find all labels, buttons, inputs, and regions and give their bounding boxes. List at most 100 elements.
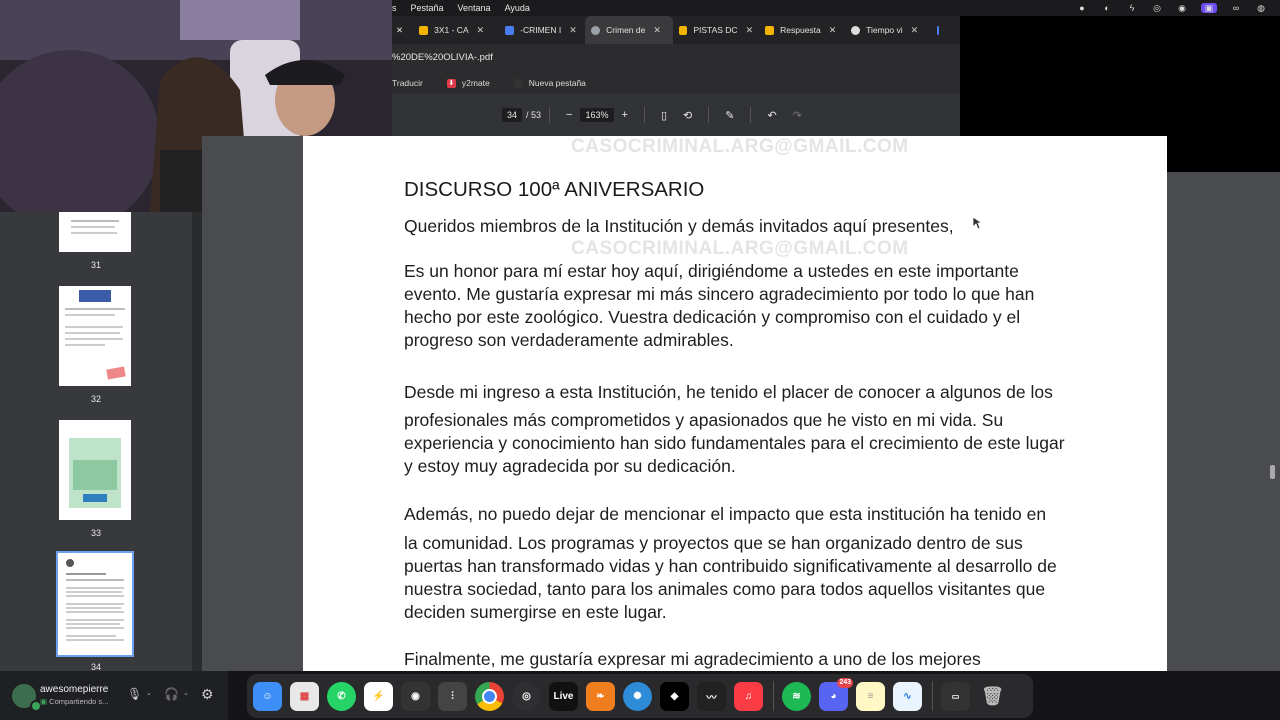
bookmark-translate[interactable]: Traducir bbox=[392, 78, 423, 88]
notes-icon[interactable]: ≡ bbox=[856, 681, 885, 711]
grid-status-icon[interactable]: ◎ bbox=[1151, 3, 1163, 13]
annotate-icon[interactable]: ✎ bbox=[725, 109, 734, 122]
whatsapp-icon[interactable]: ✆ bbox=[327, 681, 356, 711]
redo-icon[interactable]: ↷ bbox=[793, 109, 802, 122]
close-icon[interactable]: ✕ bbox=[829, 25, 837, 36]
page-number-input[interactable]: 34 bbox=[502, 108, 523, 122]
launchpad-icon[interactable]: ▦ bbox=[290, 681, 319, 711]
clock-icon bbox=[851, 25, 861, 35]
tab-partial[interactable] bbox=[931, 16, 951, 44]
mixer-icon[interactable]: ⫶ bbox=[438, 681, 467, 711]
freeform-icon[interactable]: ∿ bbox=[893, 681, 922, 711]
thumbnail-page-34-selected[interactable] bbox=[56, 551, 134, 657]
headphones-icon[interactable]: 🎧 bbox=[164, 687, 179, 701]
divider bbox=[750, 107, 752, 123]
divider bbox=[708, 107, 710, 123]
address-url[interactable]: %20DE%20OLIVIA-.pdf bbox=[392, 52, 493, 63]
discord-status: ▣ Compartiendo s... bbox=[40, 697, 109, 706]
bolt-icon[interactable]: ϟ bbox=[1126, 3, 1138, 13]
paragraph-4: Finalmente, me gustaría expresar mi agra… bbox=[404, 648, 1084, 671]
chevron-down-icon[interactable]: ⌄ bbox=[146, 689, 152, 697]
thumbnail-page-31[interactable] bbox=[59, 212, 131, 252]
address-bar[interactable]: %20DE%20OLIVIA-.pdf bbox=[392, 44, 960, 72]
thumbnail-page-33[interactable] bbox=[59, 420, 131, 520]
page-total: / 53 bbox=[526, 110, 542, 120]
capcut-icon[interactable]: ⚡ bbox=[364, 681, 393, 711]
fl-studio-icon[interactable]: ❧ bbox=[586, 681, 615, 711]
tab-drive[interactable]: 3X1 - CA ✕ bbox=[413, 16, 499, 44]
tab-respuesta[interactable]: Respuesta ✕ bbox=[759, 16, 845, 44]
thumbnail-number: 32 bbox=[90, 394, 101, 404]
text-line: progreso son verdaderamente admirables. bbox=[404, 330, 734, 350]
chrome-icon[interactable] bbox=[475, 681, 504, 711]
thumbnail-page-32[interactable] bbox=[59, 286, 131, 386]
zoom-out-button[interactable]: − bbox=[566, 109, 572, 121]
bookmark-new-tab[interactable]: Nueva pestaña bbox=[513, 78, 586, 88]
recent-window-icon[interactable]: ▭ bbox=[941, 681, 970, 711]
tab-close-partial[interactable]: ✕ bbox=[392, 16, 413, 44]
text-line: y estoy muy agradecida por su dedicación… bbox=[404, 456, 736, 476]
greeting-paragraph: Queridos miembros de la Institución y de… bbox=[404, 215, 1084, 238]
close-icon[interactable]: ✕ bbox=[653, 25, 661, 36]
text-line: profesionales más comprometidos y apasio… bbox=[404, 410, 1004, 430]
menu-item-tab[interactable]: Pestaña bbox=[411, 3, 444, 13]
menu-item-file[interactable]: s bbox=[392, 3, 397, 13]
waveform-app-icon[interactable]: 〰 bbox=[697, 681, 726, 711]
page-preview bbox=[71, 220, 119, 234]
finder-icon[interactable]: ☺ bbox=[253, 681, 282, 711]
text-line: la comunidad. Los programas y proyectos … bbox=[404, 533, 1023, 553]
chrome-status-icon[interactable]: ◍ bbox=[1255, 3, 1267, 13]
obs-icon[interactable]: ◎ bbox=[512, 681, 541, 711]
gear-icon[interactable]: ⚙ bbox=[201, 686, 214, 703]
discord-user-panel: awesomepierre ▣ Compartiendo s... 🎙 ⌄ 🎧 … bbox=[0, 671, 228, 720]
paragraph-2: Desde mi ingreso a esta Institución, he … bbox=[404, 381, 1084, 478]
chevron-down-icon[interactable]: ⌄ bbox=[183, 689, 189, 697]
microphone-icon[interactable]: 🎙 bbox=[127, 687, 142, 701]
status-text: Compartiendo s... bbox=[49, 697, 109, 706]
zoom-input[interactable]: 163% bbox=[580, 108, 614, 122]
ableton-live-icon[interactable]: Live bbox=[549, 681, 578, 711]
cc-icon[interactable]: ∞ bbox=[1230, 3, 1242, 13]
menu-item-help[interactable]: Ayuda bbox=[505, 3, 530, 13]
tidal-icon[interactable]: ◆ bbox=[660, 681, 689, 711]
zoom-in-button[interactable]: + bbox=[622, 109, 628, 121]
record-indicator-icon[interactable]: ● bbox=[1076, 3, 1088, 13]
spotify-icon[interactable]: ≋ bbox=[782, 681, 811, 711]
text-line: nuestra sociedad, tanto para los animale… bbox=[404, 579, 1046, 599]
trash-icon[interactable]: 🗑 bbox=[978, 682, 1007, 711]
close-icon[interactable]: ✕ bbox=[746, 25, 754, 36]
close-icon[interactable]: ✕ bbox=[911, 25, 919, 36]
bookmarks-bar: Traducir ⬇ y2mate Nueva pestaña bbox=[392, 72, 960, 94]
tab-docs[interactable]: -CRIMEN I ✕ bbox=[499, 16, 585, 44]
text-line: hecho por este zoológico. Vuestra dedica… bbox=[404, 307, 1021, 327]
screen-share-icon[interactable]: ▣ bbox=[1201, 3, 1217, 13]
divider bbox=[549, 107, 551, 123]
docs-icon bbox=[937, 25, 940, 35]
menu-item-window[interactable]: Ventana bbox=[458, 3, 491, 13]
obs-status-icon[interactable]: ◉ bbox=[1176, 3, 1188, 13]
rotate-icon[interactable]: ⟲ bbox=[683, 109, 692, 122]
text-line: experiencia y conocimiento han sido fund… bbox=[404, 433, 1065, 453]
music-icon[interactable]: ♫ bbox=[734, 681, 763, 711]
close-icon[interactable]: ✕ bbox=[477, 25, 485, 36]
tab-tiempo[interactable]: Tiempo vi ✕ bbox=[845, 16, 931, 44]
bookmark-y2mate[interactable]: ⬇ y2mate bbox=[446, 78, 490, 88]
notification-badge: 243 bbox=[837, 677, 853, 688]
paragraph-1: Es un honor para mí estar hoy aquí, diri… bbox=[404, 260, 1084, 352]
tab-pdf-active[interactable]: Crimen de ✕ bbox=[585, 16, 674, 44]
audio-app-icon[interactable]: ◉ bbox=[401, 681, 430, 711]
network-icon[interactable]: ✺ bbox=[623, 681, 652, 711]
undo-icon[interactable]: ↶ bbox=[767, 109, 776, 122]
close-icon[interactable]: ✕ bbox=[569, 25, 577, 36]
sidebar-scrollbar[interactable] bbox=[192, 212, 202, 671]
thumbnail-number: 31 bbox=[90, 260, 101, 270]
page-scrollbar[interactable] bbox=[1270, 465, 1275, 479]
status-app-icon[interactable]: ◐ bbox=[1101, 3, 1113, 13]
globe-icon bbox=[513, 78, 523, 88]
text-line: puertas han transformado vidas y han con… bbox=[404, 556, 1057, 576]
bookmark-label: y2mate bbox=[461, 78, 490, 88]
tab-pistas[interactable]: PISTAS DC ✕ bbox=[673, 16, 759, 44]
discord-icon[interactable]: ◕ 243 bbox=[819, 677, 853, 711]
fit-page-icon[interactable]: ▯ bbox=[661, 109, 667, 122]
text-line: Finalmente, me gustaría expresar mi agra… bbox=[404, 649, 981, 669]
